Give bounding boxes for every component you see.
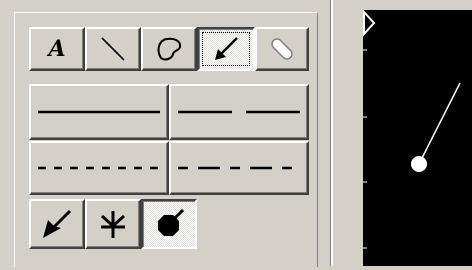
annotation-dot[interactable] <box>411 156 427 172</box>
solid-line-icon <box>38 110 160 114</box>
image-viewer[interactable] <box>363 9 472 266</box>
octagon-dot-icon <box>158 208 185 236</box>
barb-arrowhead-icon <box>100 211 126 238</box>
short-dash-line-icon <box>38 166 160 170</box>
line-style-solid-button[interactable] <box>29 84 169 140</box>
freehand-tool-button[interactable] <box>141 27 197 71</box>
dash-dot-line-icon <box>178 166 300 170</box>
triangle-marker-icon <box>363 9 376 37</box>
arrowhead-icon <box>43 209 72 238</box>
text-A-icon: A <box>48 36 66 62</box>
eraser-tool-button[interactable] <box>255 27 309 71</box>
annotation-toolbar: A <box>14 12 318 267</box>
open-arrowhead-button[interactable] <box>85 199 141 249</box>
lasso-shape-icon <box>157 37 182 61</box>
line-style-long-dash-button[interactable] <box>169 84 309 140</box>
arrow-tool-button[interactable] <box>197 27 255 71</box>
eraser-icon <box>271 38 293 60</box>
focus-outline <box>202 32 250 66</box>
viewer-margin <box>333 0 363 266</box>
line-style-short-dash-button[interactable] <box>29 141 169 195</box>
text-tool-button[interactable]: A <box>29 27 85 71</box>
annotation-line[interactable] <box>418 82 461 165</box>
dot-arrowhead-button[interactable] <box>141 199 197 249</box>
long-dash-line-icon <box>178 110 300 114</box>
viewer-overlay <box>363 9 461 249</box>
line-style-dash-dot-button[interactable] <box>169 141 309 195</box>
diagonal-line-icon <box>101 37 125 61</box>
line-tool-button[interactable] <box>85 27 141 71</box>
filled-arrowhead-button[interactable] <box>29 199 85 249</box>
